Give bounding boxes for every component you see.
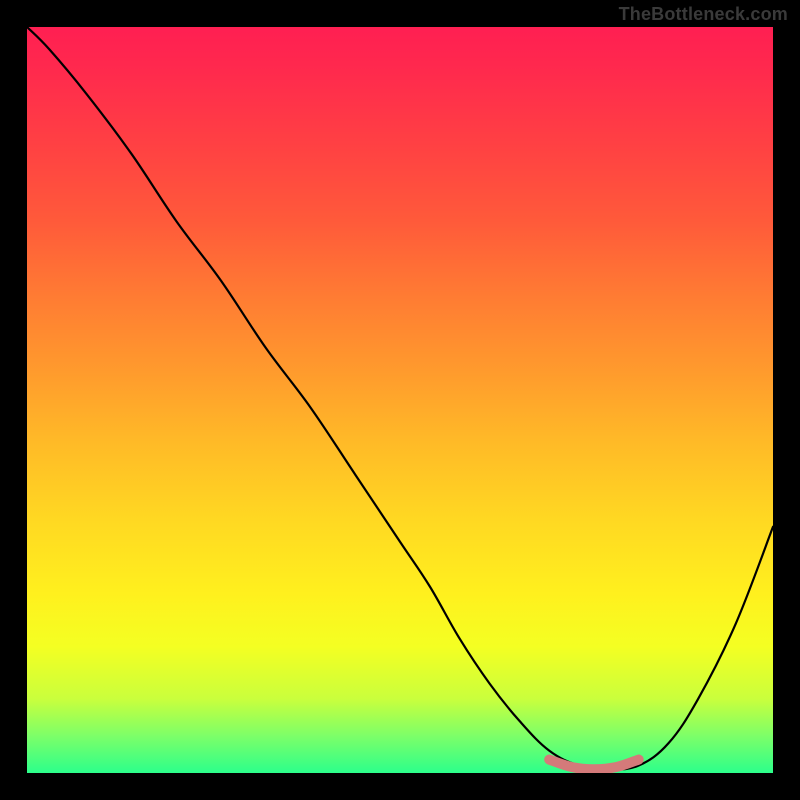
- chart-frame: TheBottleneck.com: [0, 0, 800, 800]
- optimal-band: [549, 760, 639, 770]
- bottleneck-curve: [27, 27, 773, 769]
- plot-area: [27, 27, 773, 773]
- chart-svg: [27, 27, 773, 773]
- watermark-text: TheBottleneck.com: [619, 4, 788, 25]
